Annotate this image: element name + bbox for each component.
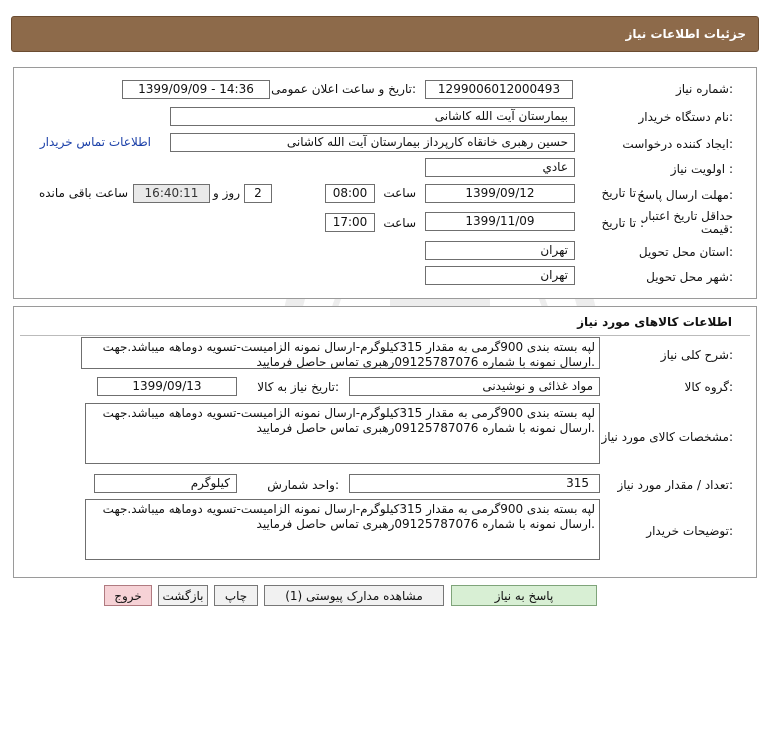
remaining-time-label: ساعت باقی مانده [38, 186, 128, 200]
view-attachments-button[interactable]: مشاهده مدارک پیوستی (1) [264, 585, 444, 606]
goods-group-field: مواد غذائی و نوشیدنی [349, 377, 600, 396]
validity-time-label: ساعت [383, 216, 416, 230]
exit-button[interactable]: خروج [104, 585, 152, 606]
priority-label: اولویت نیاز : [670, 162, 733, 176]
buyer-org-field: بیمارستان آیت الله کاشانی [170, 107, 575, 126]
validity-date-field: 1399/11/09 [425, 212, 575, 231]
request-info-panel [13, 67, 757, 299]
back-button[interactable]: بازگشت [158, 585, 208, 606]
section-divider [20, 335, 750, 336]
buyer-org-label: نام دستگاه خریدار: [638, 110, 734, 124]
province-label: استان محل تحویل: [638, 245, 733, 259]
goods-group-label: گروه کالا: [684, 380, 734, 394]
buyer-notes-label: توضیحات خریدار: [646, 524, 733, 538]
city-field: تهران [425, 266, 575, 285]
specs-label: مشخصات کالای مورد نیاز: [601, 430, 733, 444]
days-suffix-label: روز و [213, 186, 240, 200]
quantity-field: 315 [349, 474, 600, 493]
announce-datetime-field: 1399/09/09 - 14:36 [122, 80, 270, 99]
buyer-notes-text: لپه بسته بندی 900گرمی به مقدار 315کیلوگر… [85, 499, 600, 560]
requester-field: حسین رهبری خانقاه کارپرداز بیمارستان آیت… [170, 133, 575, 152]
print-button[interactable]: چاپ [214, 585, 258, 606]
days-remaining-field: 2 [244, 184, 272, 203]
deadline-until-label: تا تاریخ : [601, 186, 644, 200]
validity-until-label: تا تاریخ : [601, 216, 644, 230]
need-number-field: 1299006012000493 [425, 80, 573, 99]
unit-field: کیلوگرم [94, 474, 237, 493]
page-header: جزئیات اطلاعات نیاز [11, 16, 759, 52]
province-field: تهران [425, 241, 575, 260]
deadline-label: مهلت ارسال پاسخ: [637, 188, 733, 202]
unit-label: واحد شمارش: [267, 478, 339, 492]
city-label: شهر محل تحویل: [646, 270, 733, 284]
description-text: لپه بسته بندی 900گرمی به مقدار 315کیلوگر… [81, 337, 600, 369]
deadline-date-field: 1399/09/12 [425, 184, 575, 203]
specs-text: لپه بسته بندی 900گرمی به مقدار 315کیلوگر… [85, 403, 600, 464]
announce-label: تاریخ و ساعت اعلان عمومی: [271, 82, 416, 96]
priority-field: عادي [425, 158, 575, 177]
need-date-field: 1399/09/13 [97, 377, 237, 396]
page-title: جزئیات اطلاعات نیاز [625, 27, 746, 41]
validity-time-field: 17:00 [325, 213, 375, 232]
reply-button[interactable]: پاسخ به نیاز [451, 585, 597, 606]
deadline-time-label: ساعت [383, 186, 416, 200]
goods-section-title: اطلاعات کالاهای مورد نیاز [577, 315, 732, 329]
deadline-time-field: 08:00 [325, 184, 375, 203]
need-date-label: تاریخ نیاز به کالا: [257, 380, 339, 394]
remaining-time-field: 16:40:11 [133, 184, 210, 203]
buyer-contact-link[interactable]: اطلاعات تماس خریدار [40, 135, 151, 149]
need-number-label: شماره نیاز: [675, 82, 733, 96]
requester-label: ایجاد کننده درخواست: [622, 137, 733, 151]
description-label: شرح کلی نیاز: [660, 348, 733, 362]
quantity-label: تعداد / مقدار مورد نیاز: [617, 478, 733, 492]
